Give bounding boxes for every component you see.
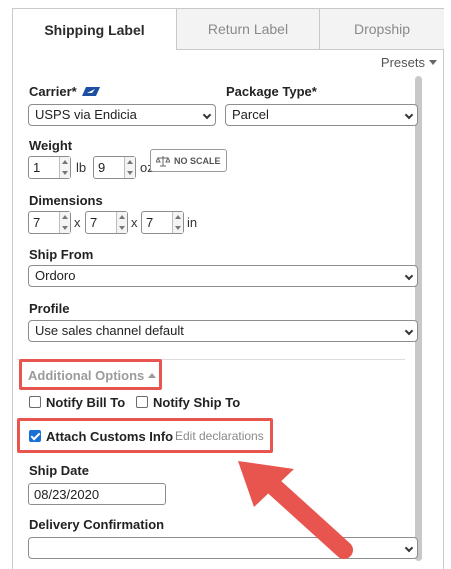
profile-label: Profile — [29, 301, 70, 316]
notify-bill-to-checkbox[interactable] — [29, 396, 41, 408]
carrier-label: Carrier* — [29, 84, 77, 99]
ship-date-input[interactable]: 08/23/2020 — [28, 483, 166, 505]
package-type-value: Parcel — [232, 107, 269, 122]
chevron-down-icon — [404, 326, 414, 336]
profile-select[interactable]: Use sales channel default — [28, 320, 418, 342]
stepper-arrows[interactable] — [172, 212, 183, 233]
tab-dropship[interactable]: Dropship — [319, 8, 444, 50]
caret-down-icon — [429, 60, 437, 65]
ship-from-label: Ship From — [29, 247, 94, 262]
weight-lb-input[interactable]: 1 — [28, 156, 71, 179]
stepper-arrows[interactable] — [59, 157, 70, 178]
ship-from-select[interactable]: Ordoro — [28, 265, 418, 287]
presets-label: Presets — [380, 55, 425, 70]
stepper-arrows[interactable] — [124, 157, 135, 178]
no-scale-button[interactable]: NO SCALE — [150, 149, 227, 172]
attach-customs-label: Attach Customs Info — [46, 429, 174, 444]
dimensions-label: Dimensions — [29, 193, 103, 208]
chevron-down-icon — [404, 271, 414, 281]
additional-options-label: Additional Options — [28, 368, 145, 383]
edit-declarations-link[interactable]: Edit declarations — [175, 429, 264, 443]
delivery-confirmation-label: Delivery Confirmation — [29, 517, 165, 532]
dimension-length-input[interactable]: 7 — [28, 211, 71, 234]
package-type-label: Package Type* — [226, 84, 317, 99]
dimension-height-value: 7 — [146, 215, 154, 230]
chevron-down-icon — [404, 110, 414, 120]
notify-bill-to-label: Notify Bill To — [46, 395, 126, 410]
attach-customs-checkbox[interactable] — [29, 430, 41, 442]
dimension-height-input[interactable]: 7 — [141, 211, 184, 234]
dimension-width-input[interactable]: 7 — [85, 211, 128, 234]
package-type-select[interactable]: Parcel — [225, 104, 418, 126]
profile-value: Use sales channel default — [35, 323, 184, 338]
usps-eagle-icon — [81, 87, 100, 96]
carrier-select[interactable]: USPS via Endicia — [28, 104, 216, 126]
dimension-separator: x — [131, 215, 138, 230]
dimension-width-value: 7 — [90, 215, 98, 230]
no-scale-label: NO SCALE — [174, 155, 221, 166]
carrier-label-row: Carrier* — [29, 84, 100, 99]
chevron-down-icon — [404, 543, 414, 553]
stepper-arrows[interactable] — [59, 212, 70, 233]
dimension-length-value: 7 — [33, 215, 41, 230]
presets-dropdown[interactable]: Presets — [381, 55, 437, 70]
tab-return-label[interactable]: Return Label — [176, 8, 319, 50]
ship-date-value: 08/23/2020 — [34, 487, 100, 502]
annotation-arrow-icon — [238, 461, 353, 559]
weight-oz-value: 9 — [98, 160, 106, 175]
scale-icon — [156, 155, 170, 166]
tab-shipping-label[interactable]: Shipping Label — [13, 8, 176, 50]
scrollbar[interactable] — [415, 76, 422, 561]
label-tabs: Shipping Label Return Label Dropship — [13, 8, 444, 50]
notify-ship-to-label: Notify Ship To — [153, 395, 241, 410]
weight-lb-value: 1 — [33, 160, 41, 175]
carrier-value: USPS via Endicia — [35, 107, 137, 122]
notify-ship-to-checkbox[interactable] — [136, 396, 148, 408]
ship-from-value: Ordoro — [35, 268, 76, 283]
stepper-arrows[interactable] — [116, 212, 127, 233]
caret-up-icon — [148, 373, 157, 378]
ship-date-label: Ship Date — [29, 463, 89, 478]
dimension-separator: x — [74, 215, 81, 230]
weight-oz-input[interactable]: 9 — [93, 156, 136, 179]
weight-label: Weight — [29, 138, 73, 153]
additional-options-toggle[interactable]: Additional Options — [28, 368, 157, 383]
weight-lb-unit: lb — [76, 160, 87, 175]
dimension-unit: in — [187, 215, 198, 230]
chevron-down-icon — [202, 110, 212, 120]
